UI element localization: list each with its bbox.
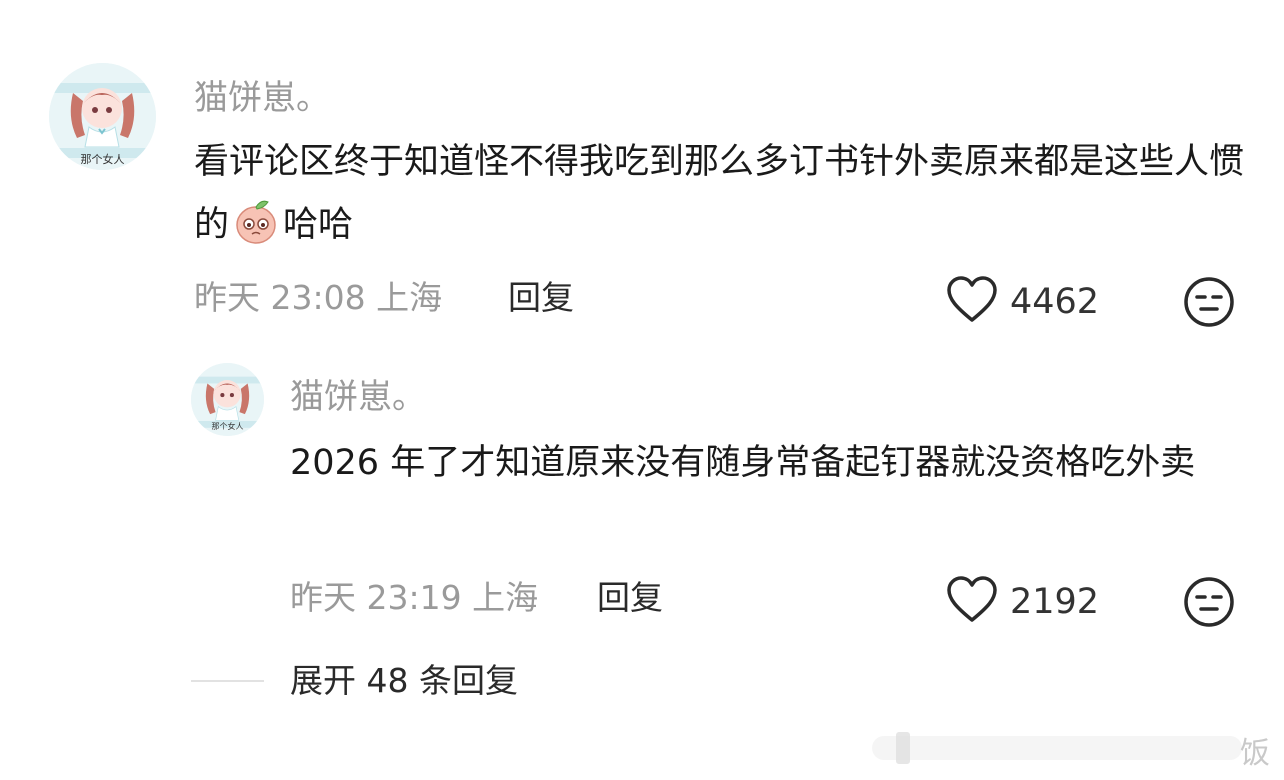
expand-divider: [191, 680, 264, 682]
heart-outline-icon[interactable]: [946, 276, 998, 324]
reply-avatar[interactable]: 那个女人: [191, 363, 264, 436]
comment-username[interactable]: 猫饼崽。: [194, 78, 330, 118]
comment-like-count: 4462: [1010, 282, 1100, 322]
reply-username[interactable]: 猫饼崽。: [290, 377, 426, 417]
reply-avatar-caption: 那个女人: [211, 422, 244, 431]
watermark-text: 饭: [1240, 736, 1270, 771]
peach-crying-emoji-icon: [231, 196, 281, 246]
avatar[interactable]: 那个女人: [49, 63, 156, 170]
comment-text: 看评论区终于知道怪不得我吃到那么多订书针外卖原来都是这些人惯的 哈哈: [194, 131, 1244, 257]
avatar-caption: 那个女人: [80, 153, 125, 166]
watermark-graphic: [872, 730, 1242, 766]
comment-time: 昨天 23:08 上海: [194, 278, 443, 317]
neutral-face-icon[interactable]: [1183, 276, 1235, 328]
expand-replies-button[interactable]: 展开 48 条回复: [290, 661, 518, 701]
reply-heart-outline-icon[interactable]: [946, 576, 998, 624]
reply-neutral-face-icon[interactable]: [1183, 576, 1235, 628]
reply-like-count: 2192: [1010, 582, 1100, 622]
comment-text-part-2: 哈哈: [283, 205, 354, 245]
reply-time: 昨天 23:19 上海: [290, 578, 539, 617]
reply-text: 2026 年了才知道原来没有随身常备起钉器就没资格吃外卖: [290, 443, 1196, 483]
reply-reply-button[interactable]: 回复: [597, 578, 663, 618]
comment-reply-button[interactable]: 回复: [508, 278, 574, 318]
